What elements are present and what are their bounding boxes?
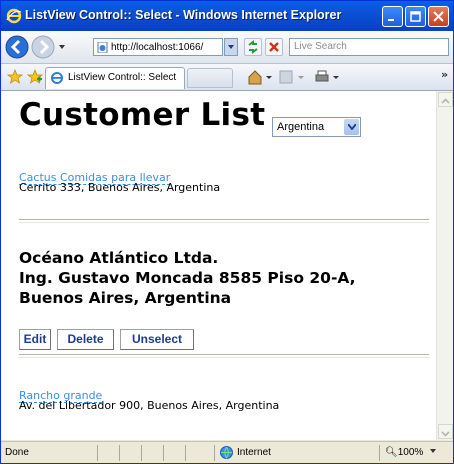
new-tab-button[interactable] bbox=[187, 68, 233, 88]
divider bbox=[119, 445, 120, 461]
vertical-scrollbar[interactable] bbox=[436, 91, 453, 440]
history-dropdown-icon[interactable] bbox=[58, 43, 66, 51]
divider bbox=[97, 445, 98, 461]
chevron-down-icon bbox=[228, 45, 234, 49]
ie-logo-icon bbox=[6, 8, 22, 24]
favorites-star-icon[interactable] bbox=[7, 69, 23, 85]
maximize-icon bbox=[410, 11, 421, 22]
list-item: Rancho grande Av. del Libertador 900, Bu… bbox=[19, 384, 279, 412]
close-icon bbox=[433, 11, 444, 22]
print-icon[interactable] bbox=[314, 69, 340, 85]
page-icon bbox=[97, 42, 108, 53]
browser-window: ListView Control:: Select - Windows Inte… bbox=[0, 0, 454, 464]
edit-button[interactable]: Edit bbox=[19, 329, 51, 350]
maximize-button[interactable] bbox=[405, 6, 426, 27]
close-button[interactable] bbox=[428, 6, 449, 27]
selected-item: Océano Atlántico Ltda. Ing. Gustavo Monc… bbox=[19, 248, 356, 308]
minimize-icon bbox=[388, 19, 394, 21]
delete-button[interactable]: Delete bbox=[57, 329, 114, 350]
globe-icon bbox=[220, 446, 233, 459]
selected-customer-address-line1: Ing. Gustavo Moncada 8585 Piso 20-A, bbox=[19, 269, 356, 287]
page-title: Customer List bbox=[19, 97, 266, 133]
tab-label: ListView Control:: Select bbox=[68, 72, 177, 83]
address-toolbar: http://localhost:1066/ Live Search bbox=[1, 31, 453, 64]
scroll-up-button[interactable] bbox=[438, 92, 453, 107]
unselect-button[interactable]: Unselect bbox=[120, 329, 194, 350]
list-item: Cactus Comidas para llevar Cerrito 333, … bbox=[19, 166, 220, 194]
address-dropdown-button[interactable] bbox=[224, 38, 238, 56]
zone-label: Internet bbox=[237, 447, 271, 458]
selected-customer-name: Océano Atlántico Ltda. bbox=[19, 249, 219, 267]
divider bbox=[19, 219, 429, 223]
chevron-up-icon bbox=[441, 98, 450, 104]
home-icon[interactable] bbox=[247, 69, 273, 85]
stop-icon bbox=[269, 42, 279, 52]
page-content: Customer List Argentina Cactus Comidas p… bbox=[1, 91, 436, 440]
zoom-level[interactable]: 🔍︎100% bbox=[385, 447, 423, 458]
selected-customer-address-line2: Buenos Aires, Argentina bbox=[19, 289, 232, 307]
feeds-icon[interactable] bbox=[279, 69, 305, 85]
minimize-button[interactable] bbox=[382, 6, 403, 27]
refresh-button[interactable] bbox=[244, 38, 262, 56]
window-title: ListView Control:: Select - Windows Inte… bbox=[25, 8, 342, 22]
divider bbox=[163, 445, 164, 461]
stop-button[interactable] bbox=[265, 38, 283, 56]
url-text: http://localhost:1066/ bbox=[111, 42, 204, 53]
status-bar: Done Internet 🔍︎100% bbox=[1, 441, 453, 463]
scroll-down-button[interactable] bbox=[438, 424, 453, 439]
customer-address: Cerrito 333, Buenos Aires, Argentina bbox=[19, 181, 221, 194]
country-select[interactable]: Argentina bbox=[272, 117, 361, 137]
tab-bar: ListView Control:: Select » bbox=[1, 64, 453, 91]
tab-listview-select[interactable]: ListView Control:: Select bbox=[45, 67, 185, 89]
divider bbox=[141, 445, 142, 461]
toolbar-overflow-chevron-icon[interactable]: » bbox=[441, 68, 448, 81]
divider bbox=[185, 445, 186, 461]
address-input[interactable]: http://localhost:1066/ bbox=[93, 38, 223, 56]
chevron-down-icon bbox=[441, 431, 450, 437]
refresh-icon bbox=[248, 40, 258, 54]
status-text: Done bbox=[5, 447, 29, 458]
divider bbox=[214, 445, 215, 461]
back-button[interactable] bbox=[5, 35, 29, 59]
chevron-down-icon bbox=[348, 124, 356, 130]
divider bbox=[379, 445, 380, 461]
country-select-dropdown-button[interactable] bbox=[344, 119, 359, 135]
search-input[interactable]: Live Search bbox=[289, 38, 449, 56]
add-favorites-icon[interactable] bbox=[27, 69, 43, 85]
divider bbox=[19, 354, 429, 358]
country-select-value: Argentina bbox=[277, 121, 325, 133]
zoom-value: 100% bbox=[397, 447, 424, 458]
customer-address: Av. del Libertador 900, Buenos Aires, Ar… bbox=[19, 399, 280, 412]
forward-button[interactable] bbox=[31, 35, 55, 59]
title-bar[interactable]: ListView Control:: Select - Windows Inte… bbox=[1, 1, 453, 31]
zoom-dropdown-icon[interactable] bbox=[429, 447, 437, 455]
ie-page-icon bbox=[51, 72, 63, 84]
